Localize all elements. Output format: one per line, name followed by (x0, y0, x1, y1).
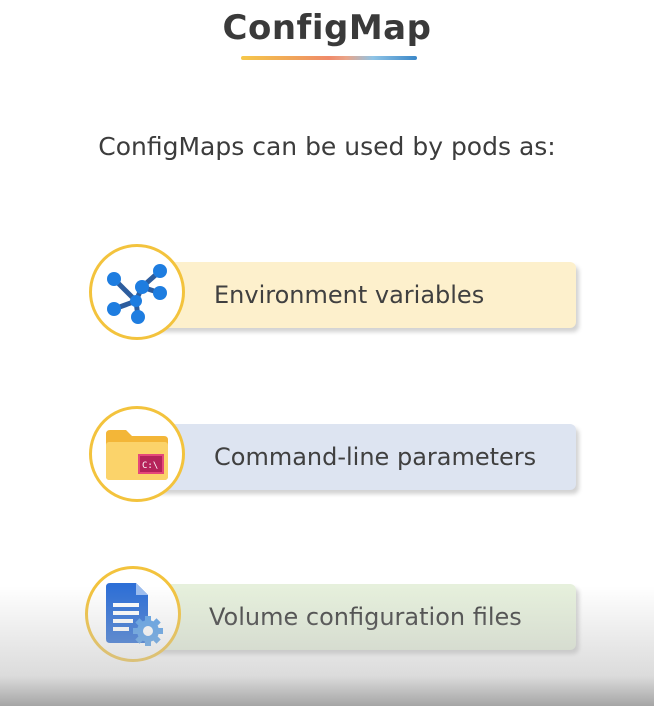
item-label: Environment variables (214, 281, 485, 309)
list-item-volume-configuration-files: Volume configuration files (0, 566, 654, 676)
title-underline (241, 56, 417, 60)
item-icon-circle (85, 566, 181, 662)
list-item-command-line-parameters: Command-line parameters C:\ (0, 404, 654, 514)
svg-text:C:\: C:\ (142, 461, 158, 471)
item-pill: Command-line parameters (150, 424, 576, 490)
folder-terminal-icon: C:\ (104, 426, 170, 482)
subtitle: ConfigMaps can be used by pods as: (98, 132, 556, 161)
item-pill: Environment variables (150, 262, 576, 328)
item-icon-circle (89, 244, 185, 340)
item-pill: Volume configuration files (146, 584, 576, 650)
page-title: ConfigMap (222, 8, 432, 48)
item-icon-circle: C:\ (89, 406, 185, 502)
item-label: Command-line parameters (214, 443, 537, 471)
item-label: Volume configuration files (209, 603, 522, 631)
network-nodes-icon (102, 257, 172, 327)
list-item-environment-variables: Environment variables (0, 242, 654, 352)
document-gear-icon (102, 581, 164, 647)
slide: ConfigMap ConfigMaps can be used by pods… (0, 0, 654, 706)
